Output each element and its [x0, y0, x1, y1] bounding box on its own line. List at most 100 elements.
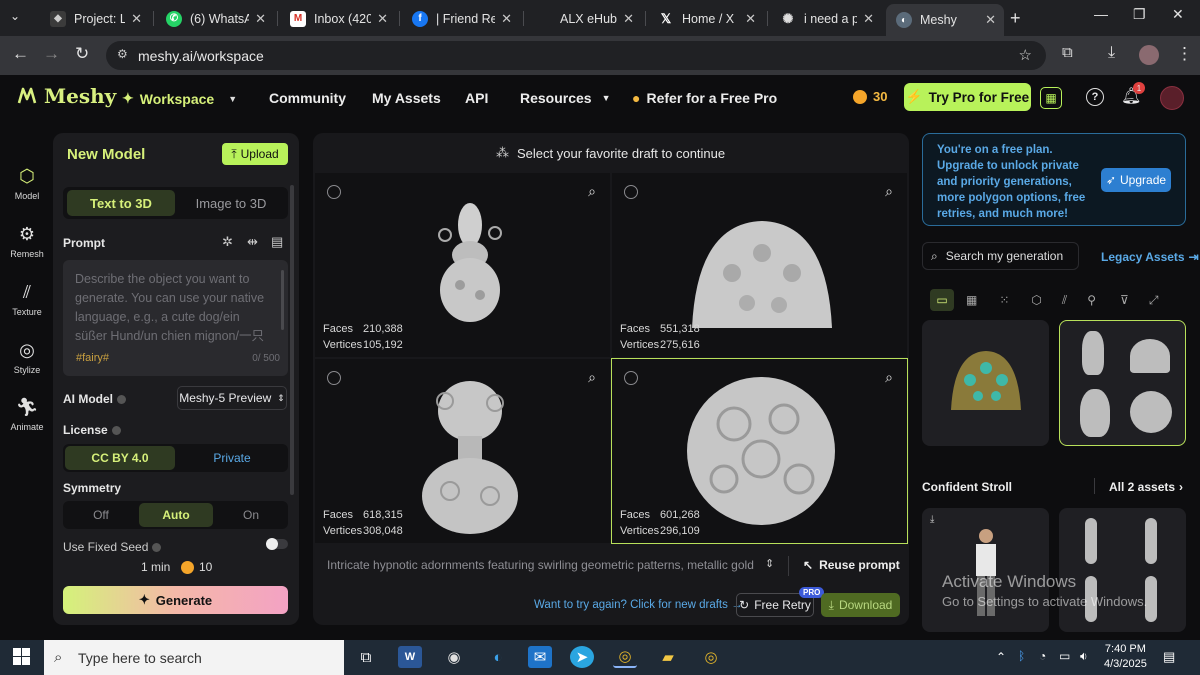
tab-text-to-3d[interactable]: Text to 3D [67, 190, 175, 216]
legacy-assets-link[interactable]: Legacy Assets ⇥ [1101, 250, 1199, 264]
download-button[interactable]: ⤓ Download [821, 593, 900, 617]
asset-thumbnail-selected[interactable] [1059, 320, 1186, 446]
prompt-tag[interactable]: #fairy# [76, 352, 109, 364]
chrome-icon[interactable]: ◎ [613, 646, 637, 668]
rail-remesh[interactable]: ⚙ Remesh [8, 224, 46, 259]
cube-icon[interactable]: ⬡ [1031, 293, 1041, 307]
volume-icon[interactable]: 🔉︎ [1080, 649, 1088, 664]
try-pro-button[interactable]: ⚡ Try Pro for Free [904, 83, 1031, 111]
menu-icon[interactable]: ⋮ [1176, 44, 1193, 64]
all-assets-link[interactable]: All 2 assets › [1109, 480, 1183, 494]
draft-card[interactable]: ⌕ Faces 551,318 Vertices275,616 [612, 173, 907, 357]
asset-thumbnail[interactable] [922, 320, 1049, 446]
ai-model-select[interactable]: Meshy-5 Preview ⇕ [177, 386, 287, 410]
mail-icon[interactable]: ✉ [528, 646, 552, 668]
upgrade-button[interactable]: ➶ Upgrade [1101, 168, 1171, 192]
taskbar-search[interactable]: ⌕ Type here to search [44, 640, 344, 675]
list-icon[interactable]: ▤ [271, 234, 283, 250]
fullscreen-icon[interactable]: ⤢ [1149, 293, 1159, 308]
fixed-seed-toggle[interactable] [266, 538, 288, 550]
close-icon[interactable]: ✕ [985, 12, 996, 28]
user-avatar[interactable] [1160, 86, 1184, 110]
site-info-icon[interactable]: ⚙ [117, 47, 128, 61]
tab-image-to-3d[interactable]: Image to 3D [177, 190, 285, 216]
bookmark-star-icon[interactable]: ☆ [1019, 46, 1032, 64]
animation-variants-thumbnail[interactable] [1059, 508, 1186, 632]
close-icon[interactable]: ✕ [377, 11, 388, 27]
close-window-button[interactable]: ✕ [1172, 6, 1184, 23]
windows-start-icon[interactable] [13, 648, 30, 670]
close-icon[interactable]: ✕ [863, 11, 874, 27]
panel-scrollbar[interactable] [290, 185, 294, 495]
rail-animate[interactable]: 🏃︎ Animate [8, 397, 46, 432]
info-icon[interactable] [152, 542, 162, 552]
close-icon[interactable]: ✕ [623, 11, 634, 27]
nav-resources[interactable]: Resources ▼ [520, 90, 611, 106]
nav-community[interactable]: Community [269, 90, 346, 106]
license-cc-by[interactable]: CC BY 4.0 [65, 446, 175, 470]
zoom-icon[interactable]: ⌕ [588, 369, 596, 386]
prompt-textarea[interactable]: Describe the object you want to generate… [63, 260, 288, 376]
bluetooth-icon[interactable]: ᛒ [1018, 649, 1025, 663]
draft-card[interactable]: ⌕ Faces 618,315 Vertices308,048 [315, 359, 610, 543]
telegram-icon[interactable]: ➤ [570, 646, 594, 668]
clock[interactable]: 7:40 PM 4/3/2025 [1104, 642, 1147, 672]
forward-icon[interactable]: → [43, 44, 60, 64]
search-generation-input[interactable]: ⌕ Search my generation [922, 242, 1079, 270]
profile-avatar[interactable] [1139, 45, 1159, 65]
restore-button[interactable]: ❐ [1133, 6, 1146, 23]
close-icon[interactable]: ✕ [131, 11, 142, 27]
browser-tab[interactable]: 𝕏 Home / X ✕ [648, 5, 764, 32]
close-icon[interactable]: ✕ [255, 11, 266, 27]
battery-icon[interactable]: ▭ [1059, 649, 1070, 663]
expand-prompt-icon[interactable]: ⇕ [765, 557, 774, 570]
wifi-icon[interactable]: ◔ [1039, 649, 1046, 663]
meshy-logo[interactable]: Meshy [16, 84, 116, 108]
close-icon[interactable]: ✕ [501, 11, 512, 27]
draft-card[interactable]: ⌕ Faces 210,388 Vertices105,192 [315, 173, 610, 357]
shuffle-icon[interactable]: ✲ [222, 234, 233, 250]
nav-refer[interactable]: ● Refer for a Free Pro [632, 90, 777, 106]
word-icon[interactable]: W [398, 646, 422, 668]
browser-tab[interactable]: ALX eHub ✕ [526, 5, 642, 32]
help-icon[interactable]: ? [1086, 88, 1104, 106]
draft-radio[interactable] [327, 371, 341, 385]
media-player-icon[interactable]: ◉ [442, 646, 466, 668]
task-view-icon[interactable]: ⧉ [354, 646, 378, 668]
zoom-icon[interactable]: ⌕ [588, 183, 596, 200]
chrome-icon[interactable]: ◎ [699, 646, 723, 668]
running-figure-icon[interactable]: ⚲ [1087, 293, 1096, 307]
prompt-scrollbar[interactable] [281, 270, 284, 330]
browser-tab-active[interactable]: ◐ Meshy ✕ [886, 4, 1004, 36]
zoom-icon[interactable]: ⌕ [885, 369, 893, 386]
draft-radio[interactable] [624, 185, 638, 199]
compare-icon[interactable]: ⇹ [247, 234, 258, 250]
edge-icon[interactable]: ◐ [486, 646, 510, 668]
rail-model[interactable]: ⬡ Model [8, 166, 46, 201]
draft-radio[interactable] [327, 185, 341, 199]
zoom-icon[interactable]: ⌕ [885, 183, 893, 200]
dots-grid-icon[interactable]: ⁙ [999, 293, 1009, 307]
notification-center-icon[interactable]: ▤ [1163, 649, 1175, 665]
rail-texture[interactable]: ⫽ Texture [8, 282, 46, 317]
browser-tab[interactable]: f | Friend Requ ✕ [402, 5, 520, 32]
download-icon[interactable]: ⤓ [930, 514, 934, 525]
rail-stylize[interactable]: ◎ Stylize [8, 340, 46, 375]
reload-icon[interactable]: ↻ [75, 44, 89, 64]
tab-search-button[interactable]: ⌄ [10, 9, 20, 23]
credits-display[interactable]: 30 [853, 89, 887, 104]
upload-button[interactable]: ⤒ Upload [222, 143, 288, 165]
browser-tab[interactable]: ◆ Project: Leve ✕ [40, 5, 150, 32]
draft-card-selected[interactable]: ⌕ Faces 601,268 Vertices296,109 [611, 358, 908, 544]
grid-icon[interactable]: ▦ [966, 293, 977, 307]
symmetry-on[interactable]: On [215, 503, 287, 527]
download-icon[interactable]: ⤓ [1108, 44, 1115, 62]
browser-tab[interactable]: ✺ i need a prom ✕ [770, 5, 882, 32]
texture-icon[interactable]: ⫽ [1062, 293, 1067, 308]
minimize-button[interactable]: — [1094, 6, 1108, 22]
symmetry-auto[interactable]: Auto [139, 503, 213, 527]
back-icon[interactable]: ← [12, 44, 29, 64]
workspace-menu[interactable]: ✦ Workspace ▼ [122, 90, 237, 107]
animation-thumbnail[interactable]: ⤓ [922, 508, 1049, 632]
info-icon[interactable] [117, 394, 126, 404]
